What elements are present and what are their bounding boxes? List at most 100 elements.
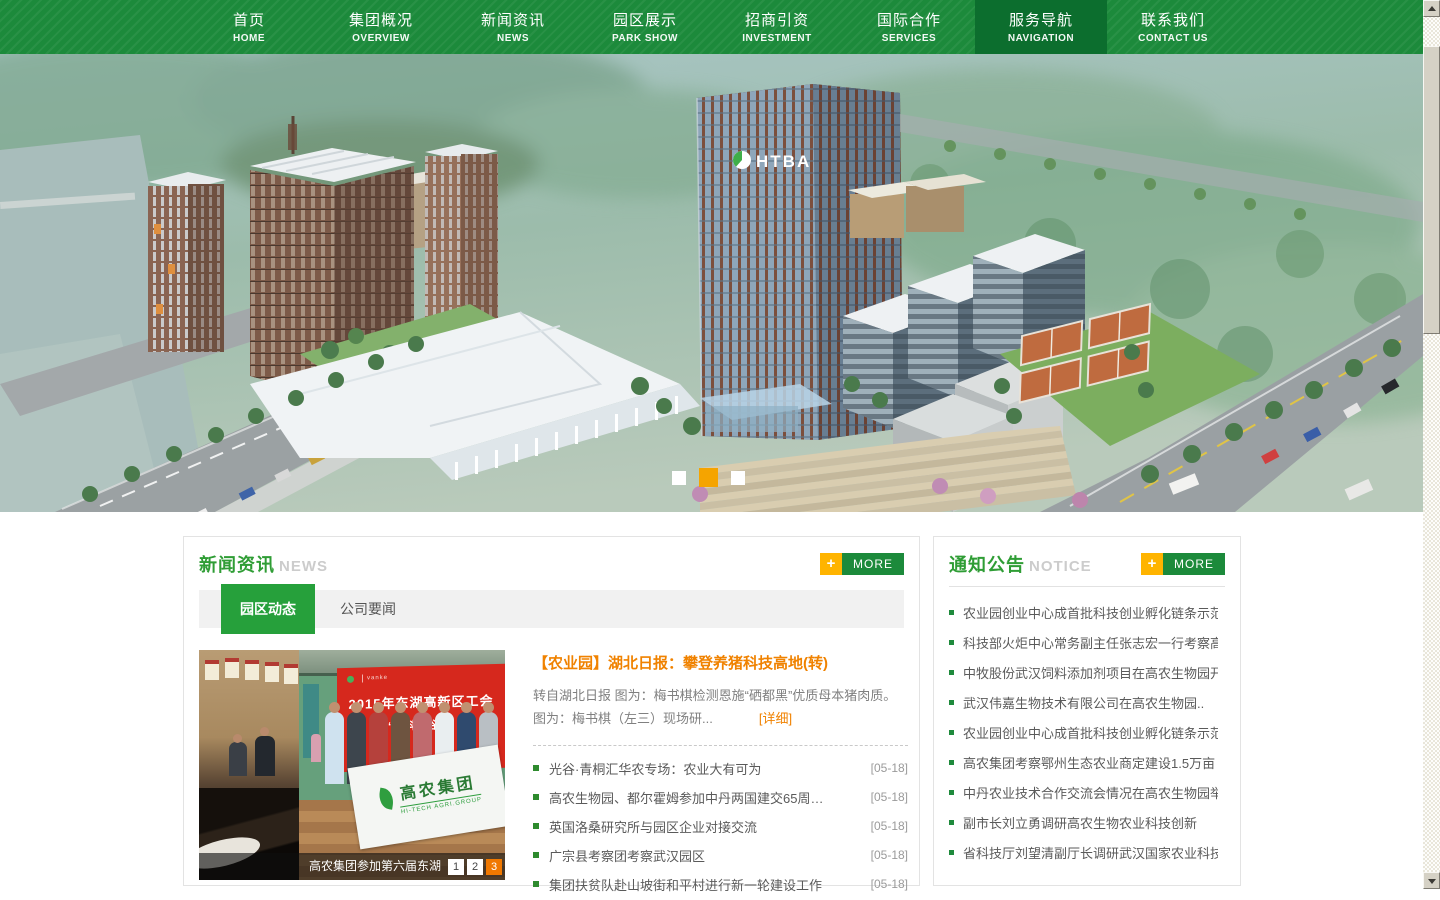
nav-item-contact[interactable]: 联系我们 CONTACT US xyxy=(1107,0,1239,54)
bullet-icon xyxy=(533,765,539,771)
photo-decor xyxy=(260,727,269,736)
banner-brand: vanke xyxy=(367,675,388,682)
photo-page-3-active[interactable]: 3 xyxy=(486,859,502,875)
hero-banner: HTBA xyxy=(0,54,1423,512)
vertical-scrollbar[interactable] xyxy=(1423,0,1440,900)
plus-icon: + xyxy=(820,553,842,575)
nav-label-zh: 联系我们 xyxy=(1107,9,1239,30)
bullet-icon xyxy=(949,670,954,675)
nav-label-zh: 国际合作 xyxy=(843,9,975,30)
news-list-item: 高农生物园、都尔霍姆参加中丹两国建交65周…[05-18] xyxy=(533,783,908,812)
notice-title-en: NOTICE xyxy=(1029,558,1092,575)
photo-decor xyxy=(229,742,247,776)
nav-label-en: HOME xyxy=(183,33,315,44)
notice-list-item: 中牧股份武汉饲料添加剂项目在高农生物园开..… xyxy=(949,657,1225,687)
nav-label-en: NEWS xyxy=(447,33,579,44)
nav-item-navigation[interactable]: 服务导航 NAVIGATION xyxy=(975,0,1107,54)
news-date: [05-18] xyxy=(871,877,908,891)
nav-label-zh: 首页 xyxy=(183,9,315,30)
campus-render-image: HTBA xyxy=(0,54,1423,512)
news-list-item: 广宗县考察团考察武汉园区[05-18] xyxy=(533,841,908,870)
nav-item-services[interactable]: 国际合作 SERVICES xyxy=(843,0,975,54)
photo-left-scene xyxy=(199,650,299,880)
featured-news-title[interactable]: 【农业园】湖北日报：攀登养猪科技高地(转) xyxy=(533,652,908,673)
notice-list-item: 农业园创业中心成首批科技创业孵化链条示范 xyxy=(949,717,1225,747)
notice-list-item: 武汉伟嘉生物技术有限公司在高农生物园.. xyxy=(949,687,1225,717)
photo-decor: vanke xyxy=(347,673,437,683)
bullet-icon xyxy=(949,640,954,645)
nav-item-investment[interactable]: 招商引资 INVESTMENT xyxy=(711,0,843,54)
notice-list-item: 科技部火炬中心常务副主任张志宏一行考察高.. xyxy=(949,627,1225,657)
news-title-en: NEWS xyxy=(279,558,328,575)
more-label: MORE xyxy=(1163,553,1225,575)
scrollbar-up-button[interactable] xyxy=(1423,0,1440,17)
notice-link[interactable]: 中丹农业技术合作交流会情况在高农生物园举 xyxy=(963,783,1218,802)
carousel-dot-1[interactable] xyxy=(672,471,686,485)
arrow-up-icon xyxy=(1428,6,1436,11)
nav-item-overview[interactable]: 集团概况 OVERVIEW xyxy=(315,0,447,54)
notice-more-button[interactable]: + MORE xyxy=(1141,553,1225,575)
news-date: [05-18] xyxy=(871,790,908,804)
bullet-icon xyxy=(533,852,539,858)
nav-label-en: PARK SHOW xyxy=(579,33,711,44)
nav-item-park-show[interactable]: 园区展示 PARK SHOW xyxy=(579,0,711,54)
tab-company-news[interactable]: 公司要闻 xyxy=(340,599,396,619)
notice-link[interactable]: 中牧股份武汉饲料添加剂项目在高农生物园开..… xyxy=(963,663,1218,682)
scrollbar-gap xyxy=(1423,889,1440,900)
notice-link[interactable]: 高农集团考察鄂州生态农业商定建设1.5万亩 xyxy=(963,753,1215,772)
news-link[interactable]: 广宗县考察团考察武汉园区 xyxy=(549,846,871,865)
notice-link[interactable]: 农业园创业中心成首批科技创业孵化链条示范 xyxy=(963,723,1218,742)
news-list: 光谷·青桐汇华农专场：农业大有可为[05-18] 高农生物园、都尔霍姆参加中丹两… xyxy=(533,754,908,899)
carousel-dot-3[interactable] xyxy=(731,471,745,485)
nav-item-news[interactable]: 新闻资讯 NEWS xyxy=(447,0,579,54)
photo-page-2[interactable]: 2 xyxy=(467,859,483,875)
news-photo[interactable]: vanke 2015年东湖高新区工会 “万科光谷杯” xyxy=(199,650,505,880)
more-label: MORE xyxy=(842,553,904,575)
notice-link[interactable]: 武汉伟嘉生物技术有限公司在高农生物园.. xyxy=(963,693,1204,712)
photo-page-1[interactable]: 1 xyxy=(448,859,464,875)
nav-label-en: OVERVIEW xyxy=(315,33,447,44)
news-right-column: 【农业园】湖北日报：攀登养猪科技高地(转) 转自湖北日报 图为：梅书棋检测恩施“… xyxy=(505,650,908,899)
photo-right-scene: vanke 2015年东湖高新区工会 “万科光谷杯” xyxy=(299,650,505,880)
photo-decor xyxy=(284,664,298,684)
nav-item-home[interactable]: 首页 HOME xyxy=(183,0,315,54)
photo-decor xyxy=(245,660,259,680)
news-link[interactable]: 英国洛桑研究所与园区企业对接交流 xyxy=(549,817,871,836)
notice-list-item: 中丹农业技术合作交流会情况在高农生物园举 xyxy=(949,777,1225,807)
bullet-icon xyxy=(949,850,954,855)
bullet-icon xyxy=(949,700,954,705)
news-list-item: 英国洛桑研究所与园区企业对接交流[05-18] xyxy=(533,812,908,841)
news-panel: 新闻资讯NEWS + MORE 园区动态 公司要闻 xyxy=(183,536,920,886)
news-panel-title: 新闻资讯NEWS xyxy=(199,550,328,578)
photo-decor xyxy=(265,662,279,682)
carousel-dots xyxy=(672,468,758,490)
nav-label-en: INVESTMENT xyxy=(711,33,843,44)
notice-link[interactable]: 省科技厅刘望清副厅长调研武汉国家农业科技.. xyxy=(963,843,1218,862)
photo-decor xyxy=(255,736,275,776)
detail-link[interactable]: [详细] xyxy=(759,711,792,726)
news-link[interactable]: 高农生物园、都尔霍姆参加中丹两国建交65周… xyxy=(549,788,871,807)
bullet-icon xyxy=(533,794,539,800)
scrollbar-down-button[interactable] xyxy=(1423,872,1440,889)
bullet-icon xyxy=(949,760,954,765)
news-more-button[interactable]: + MORE xyxy=(820,553,904,575)
notice-link[interactable]: 副市长刘立勇调研高农生物农业科技创新 xyxy=(963,813,1197,832)
scrollbar-thumb[interactable] xyxy=(1423,46,1440,334)
news-title-zh: 新闻资讯 xyxy=(199,555,275,575)
carousel-dot-2-active[interactable] xyxy=(699,468,718,487)
news-panel-header: 新闻资讯NEWS + MORE xyxy=(199,537,904,578)
news-list-item: 光谷·青桐汇华农专场：农业大有可为[05-18] xyxy=(533,754,908,783)
bullet-icon xyxy=(949,790,954,795)
notice-panel-header: 通知公告NOTICE + MORE xyxy=(949,537,1225,578)
notice-list-item: 农业园创业中心成首批科技创业孵化链条示范.. xyxy=(949,597,1225,627)
news-link[interactable]: 集团扶贫队赴山坡街和平村进行新一轮建设工作 xyxy=(549,875,871,894)
page: 首页 HOME 集团概况 OVERVIEW 新闻资讯 NEWS 园区展示 PAR… xyxy=(0,0,1423,900)
notice-link[interactable]: 科技部火炬中心常务副主任张志宏一行考察高.. xyxy=(963,633,1218,652)
bullet-icon xyxy=(533,881,539,887)
tab-park-news[interactable]: 园区动态 xyxy=(221,584,315,634)
news-link[interactable]: 光谷·青桐汇华农专场：农业大有可为 xyxy=(549,759,871,778)
content-section: 新闻资讯NEWS + MORE 园区动态 公司要闻 xyxy=(0,512,1423,886)
notice-title-zh: 通知公告 xyxy=(949,555,1025,575)
photo-decor xyxy=(225,658,239,678)
notice-link[interactable]: 农业园创业中心成首批科技创业孵化链条示范.. xyxy=(963,603,1218,622)
